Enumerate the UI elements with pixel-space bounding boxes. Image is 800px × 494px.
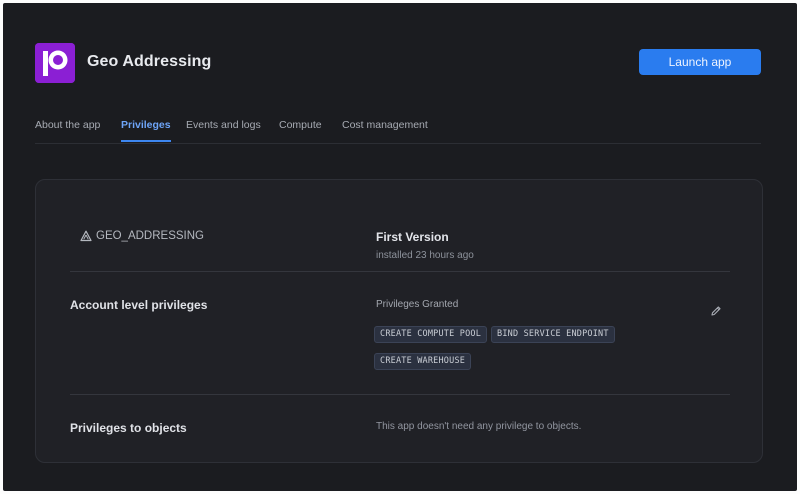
package-name: GEO_ADDRESSING	[80, 230, 204, 242]
privileges-card: GEO_ADDRESSING First Version installed 2…	[35, 179, 763, 463]
app-logo	[35, 43, 75, 83]
version-title: First Version	[376, 230, 449, 244]
app-title: Geo Addressing	[87, 53, 212, 70]
tab-cost-management[interactable]: Cost management	[342, 119, 428, 142]
privilege-chip: BIND SERVICE ENDPOINT	[491, 326, 615, 343]
privileges-granted-label: Privileges Granted	[376, 299, 459, 310]
divider	[70, 271, 730, 272]
package-name-label: GEO_ADDRESSING	[96, 230, 204, 242]
tab-events-and-logs[interactable]: Events and logs	[186, 119, 261, 142]
account-privileges-title: Account level privileges	[70, 298, 208, 312]
installed-time: installed 23 hours ago	[376, 250, 474, 261]
tab-privileges[interactable]: Privileges	[121, 119, 171, 142]
pencil-icon[interactable]	[710, 305, 722, 317]
tab-bar: About the app Privileges Events and logs…	[35, 119, 761, 144]
privilege-chips: CREATE COMPUTE POOL BIND SERVICE ENDPOINT…	[374, 323, 654, 377]
package-icon	[80, 230, 92, 242]
app-window: Geo Addressing Launch app About the app …	[3, 3, 797, 491]
app-header: Geo Addressing Launch app	[35, 43, 761, 87]
launch-app-button[interactable]: Launch app	[639, 49, 761, 75]
privilege-chip: CREATE WAREHOUSE	[374, 353, 472, 370]
tab-compute[interactable]: Compute	[279, 119, 322, 142]
object-privileges-title: Privileges to objects	[70, 421, 187, 435]
version-info: First Version installed 23 hours ago	[376, 230, 474, 261]
no-object-privileges-message: This app doesn't need any privilege to o…	[376, 421, 582, 432]
privilege-chip: CREATE COMPUTE POOL	[374, 326, 488, 343]
tab-about-the-app[interactable]: About the app	[35, 119, 100, 142]
divider	[70, 394, 730, 395]
